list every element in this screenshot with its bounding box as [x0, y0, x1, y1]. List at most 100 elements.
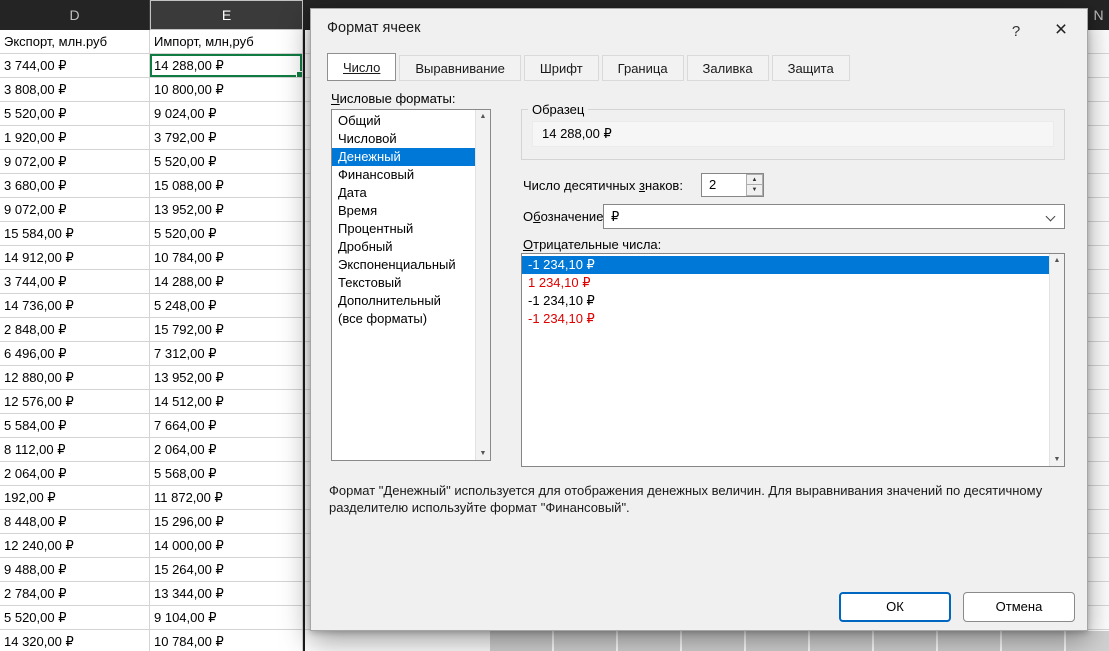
scroll-down-icon[interactable]: ▼: [1050, 456, 1064, 463]
data-row: 2 848,00 ₽15 792,00 ₽: [0, 318, 303, 342]
cell[interactable]: 192,00 ₽: [0, 486, 150, 510]
negative-option[interactable]: 1 234,10 ₽: [522, 274, 1049, 292]
cell[interactable]: 7 664,00 ₽: [150, 414, 303, 438]
cell[interactable]: 1 920,00 ₽: [0, 126, 150, 150]
spin-down-icon[interactable]: ▼: [746, 185, 763, 196]
cell[interactable]: 8 112,00 ₽: [0, 438, 150, 462]
symbol-label: Обозначение:: [523, 209, 607, 224]
format-option[interactable]: Дополнительный: [332, 292, 475, 310]
format-option[interactable]: Числовой: [332, 130, 475, 148]
cell[interactable]: 2 848,00 ₽: [0, 318, 150, 342]
cell[interactable]: 5 584,00 ₽: [0, 414, 150, 438]
cell[interactable]: 14 288,00 ₽: [150, 54, 303, 78]
cell[interactable]: 9 024,00 ₽: [150, 102, 303, 126]
format-option[interactable]: (все форматы): [332, 310, 475, 328]
cell[interactable]: 13 344,00 ₽: [150, 582, 303, 606]
format-option[interactable]: Время: [332, 202, 475, 220]
number-format-list: ОбщийЧисловойДенежныйФинансовыйДатаВремя…: [331, 109, 491, 461]
cell[interactable]: 15 088,00 ₽: [150, 174, 303, 198]
cell[interactable]: 6 496,00 ₽: [0, 342, 150, 366]
decimals-input[interactable]: 2 ▲ ▼: [701, 173, 764, 197]
format-option[interactable]: Дата: [332, 184, 475, 202]
tab-alignment[interactable]: Выравнивание: [399, 55, 520, 81]
column-header-e[interactable]: E: [150, 0, 303, 30]
cell[interactable]: 5 248,00 ₽: [150, 294, 303, 318]
cell[interactable]: 2 064,00 ₽: [150, 438, 303, 462]
cell[interactable]: 2 064,00 ₽: [0, 462, 150, 486]
cell[interactable]: 12 880,00 ₽: [0, 366, 150, 390]
cancel-button[interactable]: Отмена: [963, 592, 1075, 622]
sheet-cells: Экспорт, млн.рубИмпорт, млн,руб3 744,00 …: [0, 30, 303, 651]
cell[interactable]: 3 744,00 ₽: [0, 54, 150, 78]
cell[interactable]: Импорт, млн,руб: [150, 30, 303, 54]
cell[interactable]: 3 808,00 ₽: [0, 78, 150, 102]
format-option[interactable]: Дробный: [332, 238, 475, 256]
format-option[interactable]: Денежный: [332, 148, 475, 166]
negative-numbers-list: -1 234,10 ₽1 234,10 ₽-1 234,10 ₽-1 234,1…: [521, 253, 1065, 467]
cell[interactable]: 8 448,00 ₽: [0, 510, 150, 534]
cell[interactable]: 15 584,00 ₽: [0, 222, 150, 246]
cell[interactable]: 12 240,00 ₽: [0, 534, 150, 558]
cell[interactable]: 13 952,00 ₽: [150, 198, 303, 222]
cell[interactable]: 14 736,00 ₽: [0, 294, 150, 318]
cell[interactable]: 14 000,00 ₽: [150, 534, 303, 558]
cell[interactable]: 5 520,00 ₽: [0, 102, 150, 126]
tab-protection[interactable]: Защита: [772, 55, 850, 81]
data-row: 5 584,00 ₽7 664,00 ₽: [0, 414, 303, 438]
cell[interactable]: 15 264,00 ₽: [150, 558, 303, 582]
help-icon[interactable]: ?: [1003, 19, 1029, 45]
cell[interactable]: 3 744,00 ₽: [0, 270, 150, 294]
sample-group: Образец 14 288,00 ₽: [521, 102, 1065, 160]
cell[interactable]: 7 312,00 ₽: [150, 342, 303, 366]
cell[interactable]: 5 520,00 ₽: [0, 606, 150, 630]
negative-option[interactable]: -1 234,10 ₽: [522, 310, 1049, 328]
cell[interactable]: 5 568,00 ₽: [150, 462, 303, 486]
cell[interactable]: 10 784,00 ₽: [150, 630, 303, 651]
cell[interactable]: 12 576,00 ₽: [0, 390, 150, 414]
cell[interactable]: 14 512,00 ₽: [150, 390, 303, 414]
cell[interactable]: 5 520,00 ₽: [150, 222, 303, 246]
cell[interactable]: 13 952,00 ₽: [150, 366, 303, 390]
cell[interactable]: 14 912,00 ₽: [0, 246, 150, 270]
negative-option[interactable]: -1 234,10 ₽: [522, 256, 1049, 274]
cell[interactable]: 14 320,00 ₽: [0, 630, 150, 651]
cell[interactable]: 5 520,00 ₽: [150, 150, 303, 174]
scroll-up-icon[interactable]: ▲: [476, 113, 490, 120]
scroll-up-icon[interactable]: ▲: [1050, 257, 1064, 264]
format-option[interactable]: Общий: [332, 112, 475, 130]
scroll-down-icon[interactable]: ▼: [476, 450, 490, 457]
cell[interactable]: 15 792,00 ₽: [150, 318, 303, 342]
column-header-d[interactable]: D: [0, 0, 150, 30]
format-list-scrollbar[interactable]: ▲ ▼: [475, 110, 490, 460]
negative-option[interactable]: -1 234,10 ₽: [522, 292, 1049, 310]
tab-font[interactable]: Шрифт: [524, 55, 599, 81]
ok-button[interactable]: ОК: [839, 592, 951, 622]
cell[interactable]: 3 680,00 ₽: [0, 174, 150, 198]
close-icon[interactable]: ×: [1045, 16, 1077, 44]
cell[interactable]: 3 792,00 ₽: [150, 126, 303, 150]
cell[interactable]: 10 800,00 ₽: [150, 78, 303, 102]
cell[interactable]: Экспорт, млн.руб: [0, 30, 150, 54]
tab-border[interactable]: Граница: [602, 55, 684, 81]
cell[interactable]: 14 288,00 ₽: [150, 270, 303, 294]
format-option[interactable]: Текстовый: [332, 274, 475, 292]
format-option[interactable]: Экспоненциальный: [332, 256, 475, 274]
format-option[interactable]: Процентный: [332, 220, 475, 238]
negative-list-scrollbar[interactable]: ▲ ▼: [1049, 254, 1064, 466]
tab-number[interactable]: Число: [327, 53, 396, 81]
gray-cells: [490, 631, 1109, 651]
cell[interactable]: 11 872,00 ₽: [150, 486, 303, 510]
cell[interactable]: 9 072,00 ₽: [0, 150, 150, 174]
decimals-spinner: ▲ ▼: [746, 174, 763, 196]
cell[interactable]: 9 488,00 ₽: [0, 558, 150, 582]
cell[interactable]: 9 104,00 ₽: [150, 606, 303, 630]
format-option[interactable]: Финансовый: [332, 166, 475, 184]
cell[interactable]: 2 784,00 ₽: [0, 582, 150, 606]
cell[interactable]: 10 784,00 ₽: [150, 246, 303, 270]
column-header-n[interactable]: N: [1088, 0, 1109, 30]
tab-fill[interactable]: Заливка: [687, 55, 769, 81]
cell[interactable]: 15 296,00 ₽: [150, 510, 303, 534]
chevron-down-icon[interactable]: [1046, 212, 1056, 222]
symbol-dropdown[interactable]: ₽: [603, 204, 1065, 229]
cell[interactable]: 9 072,00 ₽: [0, 198, 150, 222]
